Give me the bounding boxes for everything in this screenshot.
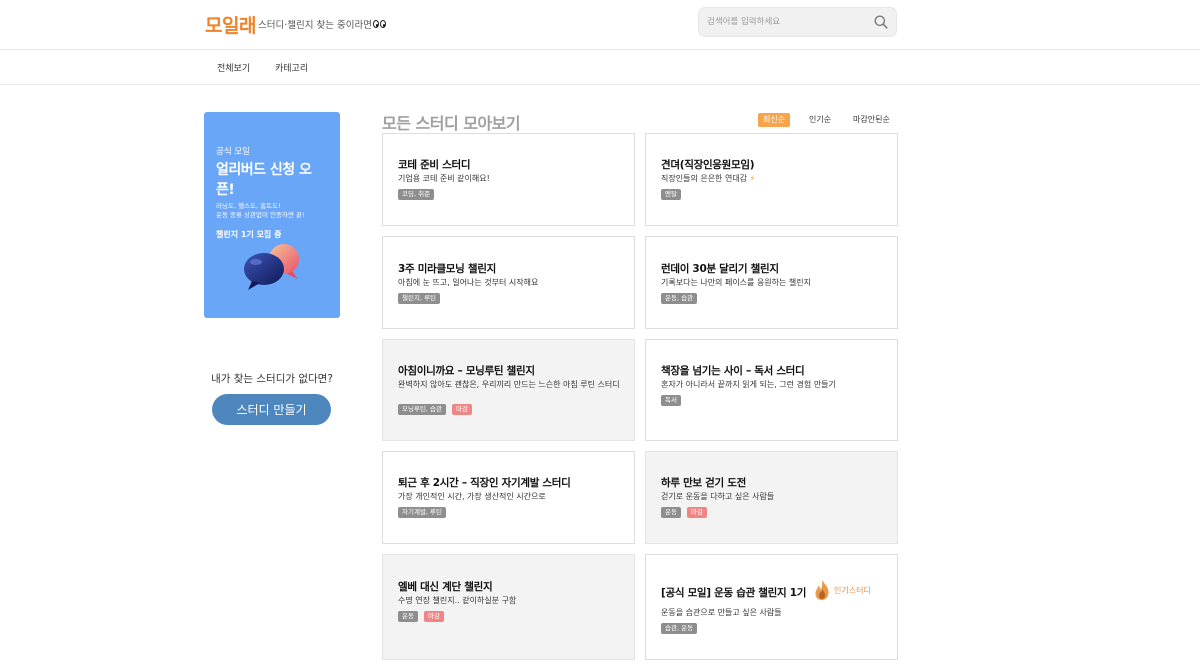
card-title: 엘베 대신 계단 챌린지 xyxy=(398,581,493,593)
study-card[interactable]: 엘베 대신 계단 챌린지 수명 연장 챌린지.. 같이하실분 구함 운동 마감 xyxy=(382,554,635,660)
search-input[interactable] xyxy=(707,13,867,31)
card-description: 아침에 눈 뜨고, 일어나는 것부터 시작해요 xyxy=(398,278,539,287)
flame-icon xyxy=(815,580,829,600)
card-title: 3주 미라클모닝 챌린지 xyxy=(398,263,496,275)
closed-badge: 마감 xyxy=(423,611,444,622)
category-tag: 멘탈 xyxy=(661,189,681,200)
card-tags: 습관, 운동 xyxy=(661,623,698,634)
card-description: 혼자가 아니라서 끝까지 읽게 되는, 그런 경험 만들기 xyxy=(661,380,836,389)
banner-description: 러닝도, 헬스도, 홈트도! 운동 종류 상관없이 인증하면 끝! xyxy=(216,202,328,220)
study-card[interactable]: 런데이 30분 달리기 챌린지 기록보다는 나만의 페이스를 응원하는 챌린지 … xyxy=(645,236,898,329)
search-box xyxy=(698,7,897,37)
card-description: 직장인들의 은은한 연대감 ⚡ xyxy=(661,174,886,184)
page-title: 모든 스터디 모아보기 xyxy=(382,114,521,133)
card-title: 퇴근 후 2시간 – 직장인 자기계발 스터디 xyxy=(398,477,571,489)
card-description: 기업용 코테 준비 같이해요! xyxy=(398,174,490,183)
banner-headline: 얼리버드 신청 오픈! xyxy=(216,162,312,198)
lightning-emoji: ⚡ xyxy=(749,174,756,183)
card-tags: 코딩, 취준 xyxy=(398,189,435,200)
card-title: [공식 모일] 운동 습관 챌린지 1기 xyxy=(661,587,807,599)
card-title: 견뎌(직장인응원모임) xyxy=(661,159,755,171)
card-title: 아침이니까요 – 모닝루틴 챌린지 xyxy=(398,365,535,377)
study-card[interactable]: 하루 만보 걷기 도전 걷기로 운동을 다하고 싶은 사람들 운동 마감 xyxy=(645,451,898,544)
study-card[interactable]: [공식 모일] 운동 습관 챌린지 1기 인기스터디 운동을 습관으로 만들고 … xyxy=(645,554,898,660)
category-tag: 모닝루틴, 습관 xyxy=(398,404,447,415)
study-card[interactable]: 책장을 넘기는 사이 – 독서 스터디 혼자가 아니라서 끝까지 읽게 되는, … xyxy=(645,339,898,441)
category-tag: 코딩, 취준 xyxy=(398,189,435,200)
search-icon[interactable] xyxy=(873,14,889,30)
card-tags: 운동, 습관 xyxy=(661,293,698,304)
chat-bubbles-icon xyxy=(244,244,299,290)
make-study-label: 내가 찾는 스터디가 없다면? xyxy=(211,373,333,385)
study-card[interactable]: 퇴근 후 2시간 – 직장인 자기계발 스터디 가장 개인적인 시간, 가장 생… xyxy=(382,451,635,544)
card-description: 기록보다는 나만의 페이스를 응원하는 챌린지 xyxy=(661,278,812,287)
study-card[interactable]: 3주 미라클모닝 챌린지 아침에 눈 뜨고, 일어나는 것부터 시작해요 챌린지… xyxy=(382,236,635,329)
card-tags: 독서 xyxy=(661,395,681,406)
banner-desc-line: 러닝도, 헬스도, 홈트도! xyxy=(216,202,281,210)
closed-badge: 마감 xyxy=(452,404,472,415)
study-card[interactable]: 코테 준비 스터디 기업용 코테 준비 같이해요! 코딩, 취준 xyxy=(382,133,635,226)
tagline-text: 스터디·챌린지 찾는 중이라면 xyxy=(258,20,372,31)
card-title: 런데이 30분 달리기 챌린지 xyxy=(661,263,779,275)
card-tags: 모닝루틴, 습관 마감 xyxy=(398,404,472,415)
popular-label: 인기스터디 xyxy=(834,585,871,595)
study-card[interactable]: 아침이니까요 – 모닝루틴 챌린지 완벽하지 않아도 괜찮은, 우리끼리 만드는… xyxy=(382,339,635,441)
card-description: 가장 개인적인 시간, 가장 생산적인 시간으로 xyxy=(398,492,546,501)
main-nav: 전체보기 카테고리 xyxy=(0,50,1200,85)
card-description: 운동을 습관으로 만들고 싶은 사람들 xyxy=(661,608,782,617)
card-title: 하루 만보 걷기 도전 xyxy=(661,477,746,489)
card-title: 코테 준비 스터디 xyxy=(398,159,471,171)
eyes-icon xyxy=(372,20,386,28)
category-tag: 운동 xyxy=(661,507,681,518)
promo-banner[interactable]: 공식 모일 얼리버드 신청 오픈! 러닝도, 헬스도, 홈트도! 운동 종류 상… xyxy=(204,112,340,318)
sort-latest[interactable]: 최신순 xyxy=(758,113,791,127)
card-title: 책장을 넘기는 사이 – 독서 스터디 xyxy=(661,365,805,377)
nav-category[interactable]: 카테고리 xyxy=(275,61,308,74)
closed-badge: 마감 xyxy=(686,507,707,518)
header: 모일래 스터디·챌린지 찾는 중이라면 xyxy=(0,0,1200,50)
category-tag: 운동 xyxy=(398,611,418,622)
card-description: 완벽하지 않아도 괜찮은, 우리끼리 만드는 느슨한 아침 루틴 스터디 xyxy=(398,380,620,389)
card-tags: 운동 마감 xyxy=(661,507,707,518)
banner-eyebrow: 공식 모일 xyxy=(216,147,250,157)
card-tags: 멘탈 xyxy=(661,189,681,200)
banner-subheadline: 챌린지 1기 모집 중 xyxy=(216,230,282,240)
tagline: 스터디·챌린지 찾는 중이라면 xyxy=(258,17,386,31)
make-study-button[interactable]: 스터디 만들기 xyxy=(212,394,331,425)
category-tag: 챌린지, 루틴 xyxy=(398,293,441,304)
sort-popular[interactable]: 인기순 xyxy=(804,113,836,127)
category-tag: 자기계발, 루틴 xyxy=(398,507,447,518)
popular-badge: 인기스터디 xyxy=(813,579,871,601)
card-description-text: 직장인들의 은은한 연대감 xyxy=(661,174,748,183)
card-tags: 자기계발, 루틴 xyxy=(398,507,447,518)
study-card[interactable]: 견뎌(직장인응원모임) 직장인들의 은은한 연대감 ⚡ 멘탈 xyxy=(645,133,898,226)
card-tags: 운동 마감 xyxy=(398,611,444,622)
card-tags: 챌린지, 루틴 xyxy=(398,293,441,304)
category-tag: 운동, 습관 xyxy=(661,293,698,304)
card-description: 수명 연장 챌린지.. 같이하실분 구함 xyxy=(398,596,517,605)
nav-all[interactable]: 전체보기 xyxy=(217,61,250,74)
banner-desc-line: 운동 종류 상관없이 인증하면 끝! xyxy=(216,211,305,220)
sort-open[interactable]: 마감안된순 xyxy=(848,113,895,127)
logo[interactable]: 모일래 xyxy=(205,11,256,38)
category-tag: 습관, 운동 xyxy=(661,623,698,634)
category-tag: 독서 xyxy=(661,395,681,406)
card-description: 걷기로 운동을 다하고 싶은 사람들 xyxy=(661,492,775,501)
